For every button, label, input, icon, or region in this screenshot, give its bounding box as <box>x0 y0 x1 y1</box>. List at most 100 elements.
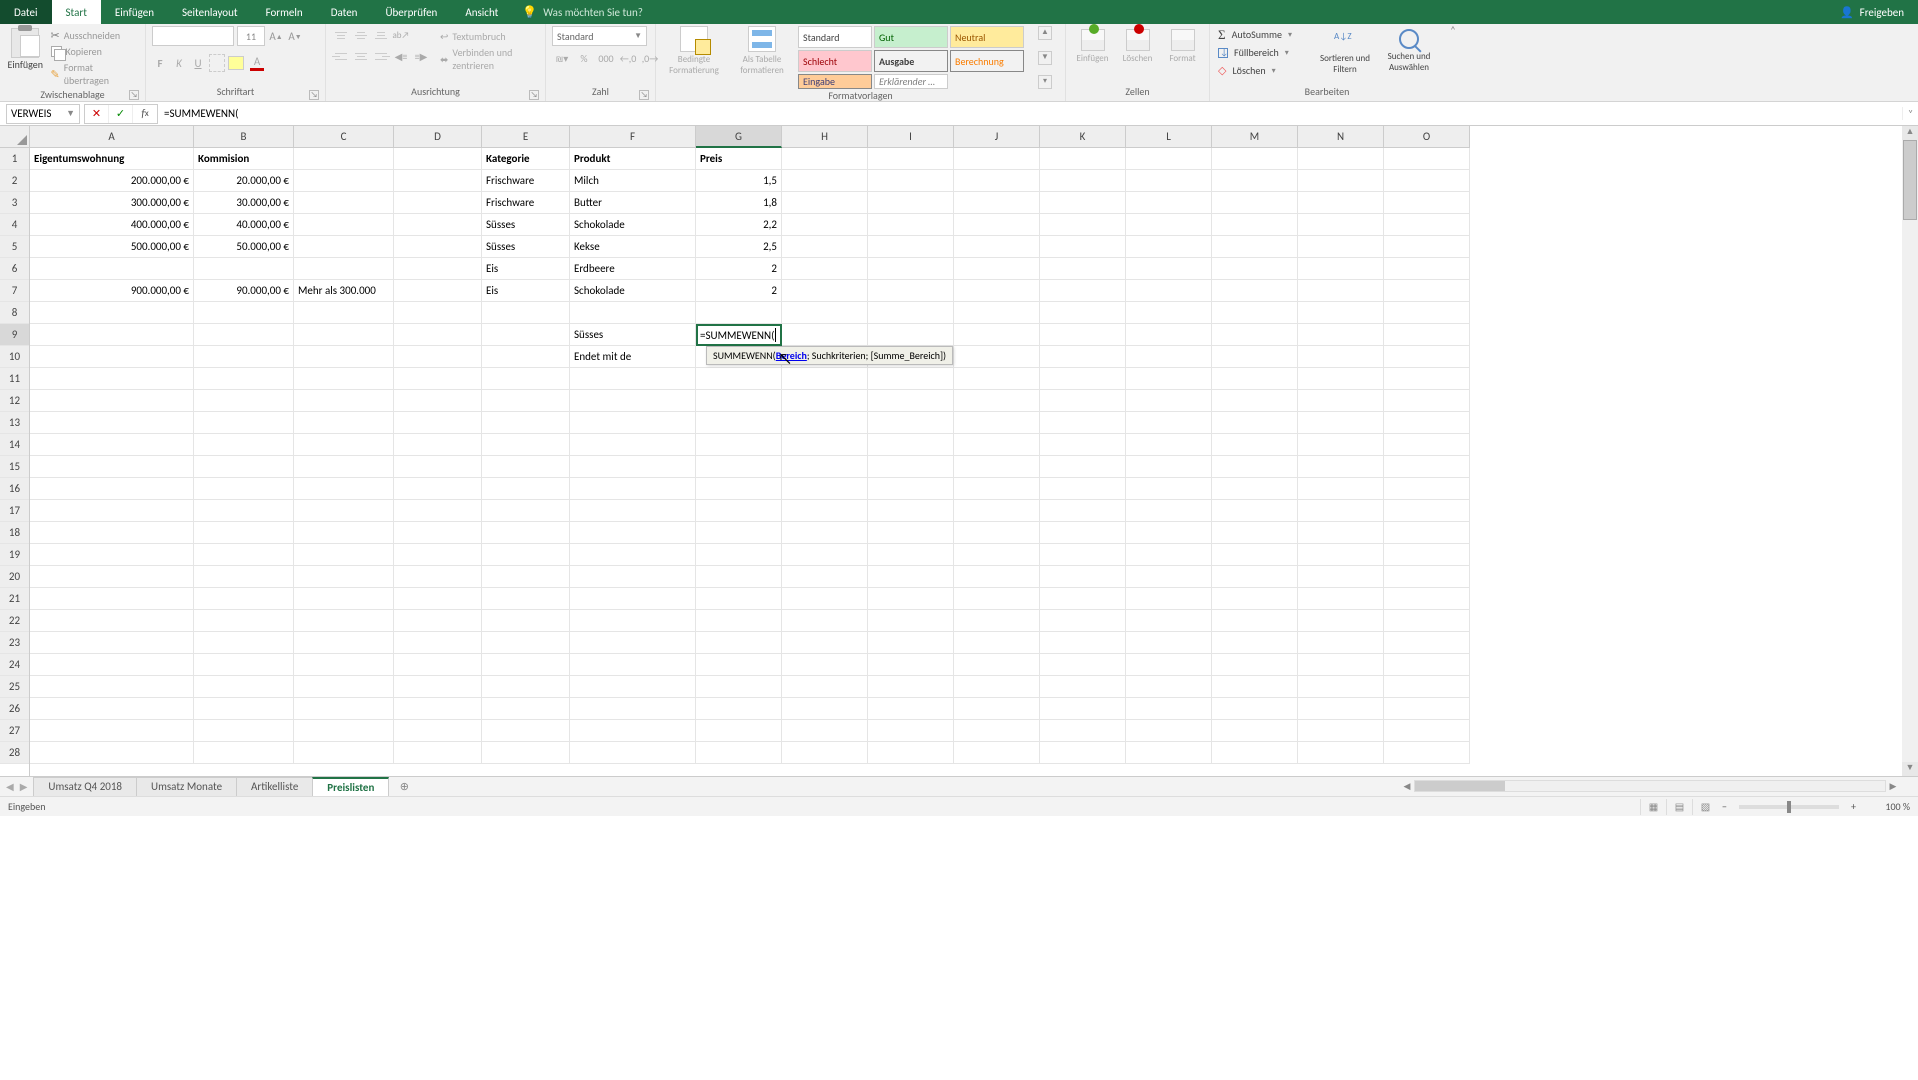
cell-J23[interactable] <box>954 632 1040 654</box>
cell-C23[interactable] <box>294 632 394 654</box>
cell-K10[interactable] <box>1040 346 1126 368</box>
cell-C6[interactable] <box>294 258 394 280</box>
cell-I15[interactable] <box>868 456 954 478</box>
cell-O14[interactable] <box>1384 434 1470 456</box>
row-header-6[interactable]: 6 <box>0 258 29 280</box>
cell-M10[interactable] <box>1212 346 1298 368</box>
cell-G7[interactable]: 2 <box>696 280 782 302</box>
find-select-button[interactable]: Suchen und Auswählen <box>1380 26 1438 75</box>
cell-G2[interactable]: 1,5 <box>696 170 782 192</box>
cell-K21[interactable] <box>1040 588 1126 610</box>
cell-E2[interactable]: Frischware <box>482 170 570 192</box>
cell-L1[interactable] <box>1126 148 1212 170</box>
cell-K5[interactable] <box>1040 236 1126 258</box>
cell-G17[interactable] <box>696 500 782 522</box>
cell-M8[interactable] <box>1212 302 1298 324</box>
cell-C24[interactable] <box>294 654 394 676</box>
cell-E22[interactable] <box>482 610 570 632</box>
cell-B1[interactable]: Kommision <box>194 148 294 170</box>
cell-O5[interactable] <box>1384 236 1470 258</box>
cell-E7[interactable]: Eis <box>482 280 570 302</box>
cell-E19[interactable] <box>482 544 570 566</box>
cell-I27[interactable] <box>868 720 954 742</box>
cell-F25[interactable] <box>570 676 696 698</box>
cell-A9[interactable] <box>30 324 194 346</box>
cell-J28[interactable] <box>954 742 1040 764</box>
cell-H13[interactable] <box>782 412 868 434</box>
cell-E8[interactable] <box>482 302 570 324</box>
cell-L23[interactable] <box>1126 632 1212 654</box>
cell-C4[interactable] <box>294 214 394 236</box>
cell-F28[interactable] <box>570 742 696 764</box>
cell-D26[interactable] <box>394 698 482 720</box>
cell-L18[interactable] <box>1126 522 1212 544</box>
row-header-3[interactable]: 3 <box>0 192 29 214</box>
cell-G25[interactable] <box>696 676 782 698</box>
enter-formula-button[interactable]: ✓ <box>109 105 133 123</box>
cell-M4[interactable] <box>1212 214 1298 236</box>
cell-I2[interactable] <box>868 170 954 192</box>
cell-L3[interactable] <box>1126 192 1212 214</box>
cell-O7[interactable] <box>1384 280 1470 302</box>
cell-J2[interactable] <box>954 170 1040 192</box>
cell-F15[interactable] <box>570 456 696 478</box>
cell-D9[interactable] <box>394 324 482 346</box>
share-button[interactable]: 👤 Freigeben <box>1826 0 1918 24</box>
cell-F14[interactable] <box>570 434 696 456</box>
cell-F6[interactable]: Erdbeere <box>570 258 696 280</box>
cell-L26[interactable] <box>1126 698 1212 720</box>
cell-F2[interactable]: Milch <box>570 170 696 192</box>
cell-N18[interactable] <box>1298 522 1384 544</box>
cell-C21[interactable] <box>294 588 394 610</box>
cell-J19[interactable] <box>954 544 1040 566</box>
cell-H26[interactable] <box>782 698 868 720</box>
cell-I4[interactable] <box>868 214 954 236</box>
cell-A2[interactable]: 200.000,00 € <box>30 170 194 192</box>
cell-D27[interactable] <box>394 720 482 742</box>
cell-A8[interactable] <box>30 302 194 324</box>
cell-N15[interactable] <box>1298 456 1384 478</box>
vertical-scrollbar[interactable]: ▲ ▼ <box>1902 126 1918 776</box>
autosum-button[interactable]: ΣAutoSumme▾ <box>1216 26 1312 43</box>
cell-L8[interactable] <box>1126 302 1212 324</box>
cell-C11[interactable] <box>294 368 394 390</box>
cell-F19[interactable] <box>570 544 696 566</box>
cell-N5[interactable] <box>1298 236 1384 258</box>
cell-K23[interactable] <box>1040 632 1126 654</box>
cell-K3[interactable] <box>1040 192 1126 214</box>
cell-F16[interactable] <box>570 478 696 500</box>
cell-A10[interactable] <box>30 346 194 368</box>
cell-O16[interactable] <box>1384 478 1470 500</box>
cell-I12[interactable] <box>868 390 954 412</box>
styles-more-button[interactable]: ▾ <box>1038 75 1052 89</box>
cell-J8[interactable] <box>954 302 1040 324</box>
cell-N17[interactable] <box>1298 500 1384 522</box>
cell-H14[interactable] <box>782 434 868 456</box>
expand-formula-bar-button[interactable]: ˅ <box>1902 107 1918 120</box>
zoom-level[interactable]: 100 % <box>1860 800 1910 813</box>
cell-N16[interactable] <box>1298 478 1384 500</box>
select-all-button[interactable] <box>0 126 29 148</box>
row-header-27[interactable]: 27 <box>0 720 29 742</box>
cell-D3[interactable] <box>394 192 482 214</box>
ribbon-tab-ueberpruefen[interactable]: Überprüfen <box>371 0 451 24</box>
scroll-left-button[interactable]: ◀ <box>1400 781 1414 792</box>
cell-J24[interactable] <box>954 654 1040 676</box>
cell-D15[interactable] <box>394 456 482 478</box>
cell-B18[interactable] <box>194 522 294 544</box>
fill-color-button[interactable] <box>228 54 244 72</box>
row-header-16[interactable]: 16 <box>0 478 29 500</box>
cell-G24[interactable] <box>696 654 782 676</box>
align-top-button[interactable] <box>332 26 350 44</box>
cell-C16[interactable] <box>294 478 394 500</box>
cell-O4[interactable] <box>1384 214 1470 236</box>
cell-L5[interactable] <box>1126 236 1212 258</box>
style-eingabe[interactable]: Eingabe <box>798 74 872 89</box>
cell-O25[interactable] <box>1384 676 1470 698</box>
cell-D6[interactable] <box>394 258 482 280</box>
cell-I28[interactable] <box>868 742 954 764</box>
cell-A20[interactable] <box>30 566 194 588</box>
cell-L9[interactable] <box>1126 324 1212 346</box>
align-right-button[interactable] <box>372 47 390 65</box>
cell-D23[interactable] <box>394 632 482 654</box>
